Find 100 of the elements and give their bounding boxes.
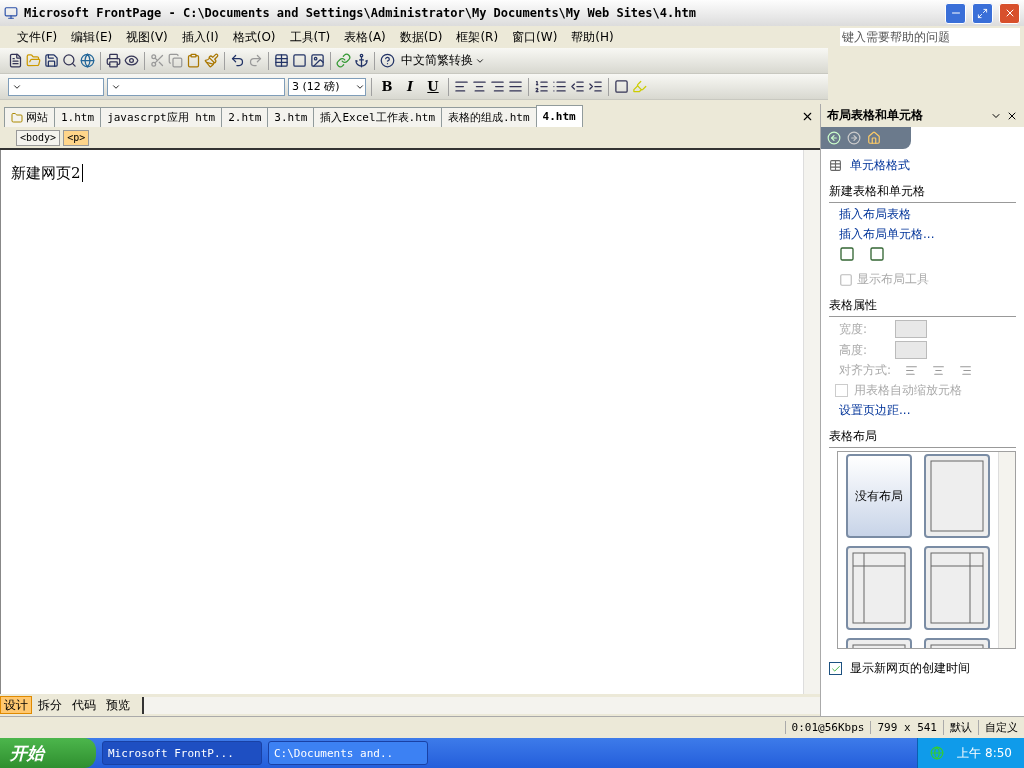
convert-button[interactable]: 中文简繁转换 xyxy=(398,52,488,69)
layout-drawing xyxy=(930,460,984,532)
taskbar-button[interactable]: C:\Documents and.. xyxy=(268,741,428,765)
close-button[interactable] xyxy=(999,2,1020,24)
pane-link[interactable]: 插入布局单元格... xyxy=(829,226,1016,243)
view-tab[interactable]: 预览 xyxy=(102,696,134,714)
checkbox-label: 用表格自动缩放元格 xyxy=(854,382,962,399)
cell-format-link[interactable]: 单元格格式 xyxy=(846,157,910,174)
close-icon[interactable] xyxy=(801,110,814,123)
checkbox[interactable] xyxy=(829,662,842,675)
menu-item[interactable]: 窗口(W) xyxy=(505,28,565,46)
layout-option[interactable] xyxy=(924,454,990,538)
maximize-button[interactable] xyxy=(972,2,993,24)
tag-selector[interactable]: <p> xyxy=(63,129,90,146)
font-size-value: 3 (12 磅) xyxy=(292,79,340,94)
document-tab[interactable]: 3.htm xyxy=(267,107,315,127)
copy-icon[interactable] xyxy=(168,53,183,68)
menu-item[interactable]: 格式(O) xyxy=(225,28,283,46)
help-icon[interactable] xyxy=(380,53,395,68)
menu-item[interactable]: 文件(F) xyxy=(10,28,65,46)
text-style-button[interactable]: I xyxy=(400,79,420,94)
view-tab[interactable]: 设计 xyxy=(0,696,32,714)
document-tab[interactable]: 2.htm xyxy=(221,107,269,127)
menu-item[interactable]: 编辑(E) xyxy=(64,28,120,46)
layout-drawing xyxy=(930,552,984,624)
align-right-icon[interactable] xyxy=(490,79,505,94)
home-icon[interactable] xyxy=(867,131,881,145)
align-center-icon[interactable] xyxy=(472,79,487,94)
indent-icon[interactable] xyxy=(588,79,603,94)
status-cell: 自定义 xyxy=(978,720,1024,735)
numbered-list-icon[interactable] xyxy=(534,79,549,94)
outdent-icon[interactable] xyxy=(570,79,585,94)
document-tab[interactable]: 表格的组成.htm xyxy=(441,107,537,127)
document-tab[interactable]: javascrpt应用 htm xyxy=(100,107,223,127)
justify-icon[interactable] xyxy=(508,79,523,94)
page-text: 新建网页2 xyxy=(11,164,83,182)
vertical-scrollbar[interactable] xyxy=(998,452,1015,648)
format-painter-icon[interactable] xyxy=(204,53,219,68)
align-label: 对齐方式: xyxy=(839,362,892,379)
view-tab[interactable]: 代码 xyxy=(68,696,100,714)
forward-icon[interactable] xyxy=(847,131,861,145)
section-heading: 表格属性 xyxy=(829,291,1016,317)
horizontal-scrollbar[interactable] xyxy=(142,696,820,714)
image-icon[interactable] xyxy=(310,53,325,68)
globe-icon[interactable] xyxy=(80,53,95,68)
document-tab[interactable]: 1.htm xyxy=(54,107,102,127)
vertical-scrollbar[interactable] xyxy=(803,150,820,694)
status-cell: 默认 xyxy=(943,720,978,735)
preview-icon[interactable] xyxy=(124,53,139,68)
check-icon xyxy=(830,663,841,674)
document-tab[interactable]: 插入Excel工作表.htm xyxy=(313,107,443,127)
bullet-list-icon[interactable] xyxy=(552,79,567,94)
align-left-icon[interactable] xyxy=(454,79,469,94)
section-heading: 表格布局 xyxy=(829,422,1016,448)
taskbar-button[interactable]: Microsoft FrontP... xyxy=(102,741,262,765)
draw-table-icon[interactable] xyxy=(839,246,855,262)
back-icon[interactable] xyxy=(827,131,841,145)
menu-item[interactable]: 帮助(H) xyxy=(564,28,621,46)
layout-option[interactable] xyxy=(846,546,912,630)
clock: 上午 8:50 xyxy=(957,744,1012,762)
cut-icon[interactable] xyxy=(150,53,165,68)
menu-item[interactable]: 视图(V) xyxy=(119,28,175,46)
anchor-icon[interactable] xyxy=(354,53,369,68)
help-search-field[interactable]: 键入需要帮助的问题 xyxy=(840,28,1020,46)
menu-item[interactable]: 工具(T) xyxy=(282,28,338,46)
font-size-dropdown[interactable]: 3 (12 磅) xyxy=(288,77,366,96)
document-tab[interactable]: 网站 xyxy=(4,107,55,127)
tag-selector[interactable]: <body> xyxy=(16,129,61,146)
print-icon[interactable] xyxy=(106,53,121,68)
menu-item[interactable]: 表格(A) xyxy=(337,28,393,46)
text-style-button[interactable]: B xyxy=(377,79,397,94)
status-cell: 799 x 541 xyxy=(870,721,943,734)
font-dropdown[interactable] xyxy=(107,77,285,96)
save-icon[interactable] xyxy=(44,53,59,68)
layout-option[interactable] xyxy=(924,546,990,630)
view-tab[interactable]: 拆分 xyxy=(34,696,66,714)
pane-link[interactable]: 插入布局表格 xyxy=(829,206,1016,223)
menu-item[interactable]: 框架(R) xyxy=(449,28,506,46)
border-icon[interactable] xyxy=(614,79,629,94)
draw-cell-icon[interactable] xyxy=(869,246,885,262)
text-style-button[interactable]: U xyxy=(423,79,443,94)
style-dropdown[interactable] xyxy=(8,77,104,96)
cell-icon xyxy=(829,159,842,172)
menu-item[interactable]: 数据(D) xyxy=(392,28,450,46)
menu-item[interactable]: 插入(I) xyxy=(174,28,226,46)
paste-icon[interactable] xyxy=(186,53,201,68)
layout-option[interactable]: 没有布局 xyxy=(846,454,912,538)
status-cell: 0:01@56Kbps xyxy=(784,721,871,734)
layout-drawing xyxy=(852,552,906,624)
section-heading: 新建表格和单元格 xyxy=(829,177,1016,203)
minimize-button[interactable] xyxy=(945,2,966,24)
pane-title: 布局表格和单元格 xyxy=(827,107,924,124)
document-tab[interactable]: 4.htm xyxy=(535,105,583,127)
table-icon[interactable] xyxy=(274,53,289,68)
checkbox-label: 显示新网页的创建时间 xyxy=(850,660,970,677)
window-title: Microsoft FrontPage - C:\Documents and Settings\Administrator\My Documents\My Web Sites\4.htm xyxy=(24,6,697,20)
search-icon[interactable] xyxy=(62,53,77,68)
new-page-icon[interactable] xyxy=(8,53,23,68)
app-icon xyxy=(4,6,18,20)
undo-icon[interactable] xyxy=(230,53,245,68)
